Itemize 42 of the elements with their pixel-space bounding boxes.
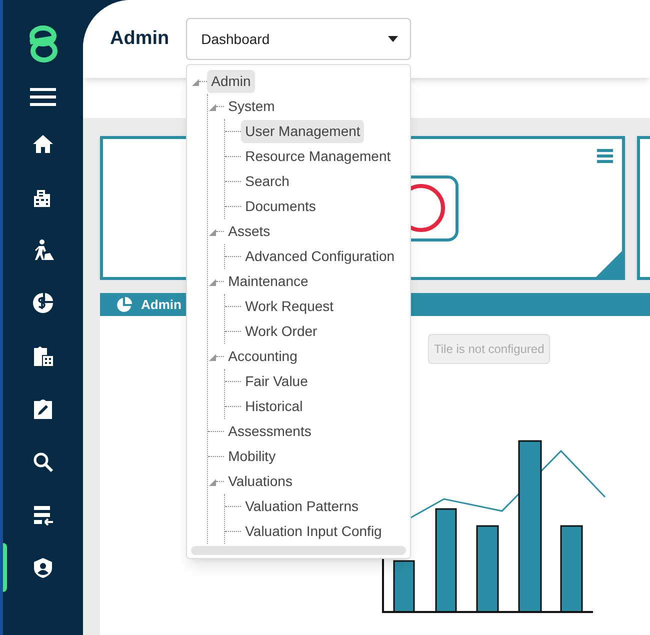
tree-item[interactable]: Work Request (241, 295, 338, 318)
tree-item[interactable]: Accounting (224, 345, 302, 368)
dollar-chart-icon[interactable] (32, 292, 54, 314)
tree-item[interactable]: Search (241, 170, 294, 193)
tree-item[interactable]: User Management (241, 120, 364, 143)
tree-item[interactable]: Valuation Input Config (241, 520, 386, 543)
expand-arrow-icon[interactable] (208, 228, 216, 236)
tree-item[interactable]: Admin (207, 70, 255, 93)
tree-item[interactable]: Advanced Configuration (241, 245, 399, 268)
menu-icon[interactable] (30, 87, 56, 107)
tree-item[interactable]: Fair Value (241, 370, 312, 393)
list-arrow-icon[interactable] (32, 504, 54, 526)
tree-item[interactable]: Documents (241, 195, 320, 218)
dashboard-select[interactable]: Dashboard (186, 18, 412, 60)
tree-item[interactable]: Assets (224, 220, 274, 243)
home-icon[interactable] (32, 132, 54, 154)
expand-arrow-icon[interactable] (208, 478, 216, 486)
tree-item[interactable]: Historical (241, 395, 307, 418)
tree-item[interactable]: Valuations (224, 470, 296, 493)
expand-arrow-icon[interactable] (208, 352, 216, 360)
search-icon[interactable] (32, 450, 54, 472)
clipboard-calculator-icon[interactable] (32, 344, 54, 366)
status-message: Tile is not configured (428, 334, 550, 364)
ring-icon (408, 175, 459, 242)
expand-arrow-icon[interactable] (208, 278, 216, 286)
worker-icon[interactable] (32, 238, 54, 260)
panel-title: Admin (141, 296, 182, 314)
corner-fold-icon (596, 251, 622, 277)
tree-item[interactable]: Mobility (224, 445, 280, 468)
tree-item[interactable]: System (224, 95, 279, 118)
pie-chart-icon (116, 296, 132, 312)
scrollbar[interactable] (191, 546, 406, 555)
tree-item[interactable]: Valuation Patterns (241, 495, 362, 518)
shield-user-icon[interactable] (32, 556, 54, 578)
tree-item[interactable]: Resource Management (241, 145, 395, 168)
tree-item[interactable]: Assessments (224, 420, 316, 443)
tree-item[interactable]: Work Order (241, 320, 322, 343)
page-title: Admin (110, 26, 170, 51)
tree-item[interactable]: Maintenance (224, 270, 312, 293)
expand-arrow-icon[interactable] (208, 102, 216, 110)
expand-arrow-icon[interactable] (191, 78, 200, 86)
clipboard-pencil-icon[interactable] (32, 398, 54, 420)
